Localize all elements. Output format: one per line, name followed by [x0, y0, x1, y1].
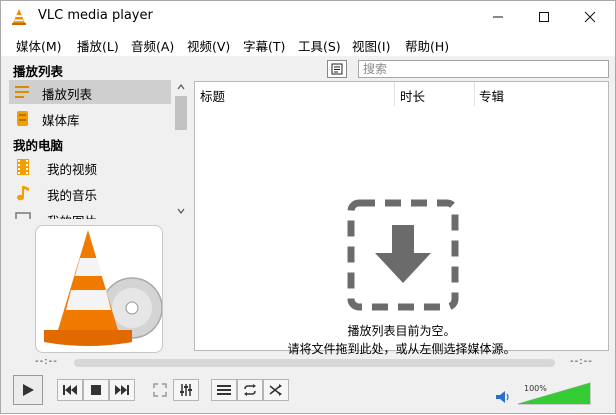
- seek-row: --:-- --:--: [1, 356, 615, 372]
- sidebar-item-label: 我的图片: [47, 211, 97, 219]
- chevron-down-icon: [177, 208, 185, 214]
- playlist-panel[interactable]: 标题 时长 专辑 播放列表目前为空。 请将文件拖到此处，或从左侧选择媒体源。: [194, 81, 609, 356]
- previous-icon: [63, 385, 77, 395]
- chevron-up-icon: [177, 84, 185, 90]
- menu-subtitle[interactable]: 字幕(T): [243, 36, 285, 55]
- vlc-window: VLC media player 媒体(M) 播放(L) 音频(A) 视频(V)…: [0, 0, 616, 414]
- menu-audio[interactable]: 音频(A): [131, 36, 174, 55]
- empty-playlist-message: 播放列表目前为空。: [347, 324, 456, 338]
- sidebar-scroll-thumb[interactable]: [175, 96, 187, 130]
- seek-bar[interactable]: [74, 359, 555, 367]
- film-icon: [17, 159, 29, 175]
- stop-icon: [91, 385, 101, 395]
- playlist-view-button[interactable]: [327, 60, 347, 78]
- sidebar-item-playlist[interactable]: 播放列表: [9, 80, 171, 104]
- elapsed-time: --:--: [35, 356, 58, 367]
- menu-playback[interactable]: 播放(L): [77, 36, 119, 55]
- menu-video[interactable]: 视频(V): [187, 36, 230, 55]
- sidebar-section-my-computer: 我的电脑: [13, 138, 64, 153]
- previous-button[interactable]: [57, 379, 83, 401]
- close-icon: [584, 11, 596, 22]
- loop-icon: [244, 384, 256, 396]
- fullscreen-button[interactable]: [147, 379, 173, 401]
- menu-media[interactable]: 媒体(M): [16, 36, 62, 55]
- playlist-icon: [15, 86, 29, 98]
- picture-icon: [15, 212, 31, 219]
- toggle-playlist-button[interactable]: [211, 379, 237, 401]
- menu-view[interactable]: 视图(I): [352, 36, 390, 55]
- sidebar-item-label: 播放列表: [42, 87, 93, 102]
- stop-button[interactable]: [83, 379, 109, 401]
- volume-slider[interactable]: [517, 382, 591, 405]
- empty-playlist-hint: 请将文件拖到此处，或从左侧选择媒体源。: [287, 342, 516, 356]
- equalizer-icon: [180, 384, 192, 396]
- sidebar-item-my-pictures[interactable]: 我的图片: [9, 207, 171, 219]
- music-note-icon: [17, 186, 29, 201]
- playlist-toggle-icon: [217, 385, 231, 395]
- close-button[interactable]: [567, 1, 613, 32]
- window-title: VLC media player: [38, 8, 153, 23]
- column-header-album[interactable]: 专辑: [479, 86, 504, 105]
- maximize-button[interactable]: [521, 1, 567, 32]
- next-button[interactable]: [109, 379, 135, 401]
- vlc-cone-disc-icon: [44, 230, 162, 346]
- playback-controls: 100%: [1, 373, 615, 415]
- column-header-title[interactable]: 标题: [200, 86, 225, 105]
- total-time: --:--: [570, 356, 593, 367]
- sidebar-section-playlist: 播放列表: [13, 64, 64, 79]
- play-button[interactable]: [13, 375, 43, 405]
- sidebar-item-label: 我的视频: [47, 162, 98, 177]
- maximize-icon: [539, 11, 549, 22]
- speaker-icon[interactable]: [496, 391, 510, 403]
- title-bar: VLC media player: [1, 1, 615, 32]
- search-input[interactable]: [358, 60, 609, 78]
- column-header-duration[interactable]: 时长: [400, 86, 425, 105]
- fullscreen-icon: [153, 383, 167, 397]
- vlc-cone-icon: [12, 9, 26, 25]
- list-view-icon: [331, 63, 343, 75]
- album-art-vlc-cone: [35, 225, 163, 353]
- menu-help[interactable]: 帮助(H): [405, 36, 449, 55]
- media-library-icon: [17, 111, 28, 126]
- extended-settings-button[interactable]: [173, 379, 199, 401]
- loop-button[interactable]: [237, 379, 263, 401]
- sidebar-scrollbar[interactable]: [174, 82, 188, 218]
- column-separator: [474, 82, 475, 106]
- sidebar-item-media-library[interactable]: 媒体库: [9, 106, 171, 130]
- shuffle-icon: [269, 384, 282, 396]
- menu-tools[interactable]: 工具(S): [298, 36, 341, 55]
- sidebar-item-my-music[interactable]: 我的音乐: [9, 181, 171, 205]
- sidebar-item-my-videos[interactable]: 我的视频: [9, 155, 171, 179]
- sidebar-item-label: 媒体库: [42, 113, 80, 128]
- minimize-icon: [493, 16, 503, 17]
- sidebar-item-label: 我的音乐: [47, 188, 98, 203]
- next-icon: [115, 385, 129, 395]
- play-icon: [23, 384, 34, 396]
- drop-files-icon: [347, 199, 459, 311]
- menu-bar: 媒体(M) 播放(L) 音频(A) 视频(V) 字幕(T) 工具(S) 视图(I…: [1, 32, 615, 56]
- shuffle-button[interactable]: [263, 379, 289, 401]
- minimize-button[interactable]: [475, 1, 521, 32]
- column-separator: [394, 82, 395, 106]
